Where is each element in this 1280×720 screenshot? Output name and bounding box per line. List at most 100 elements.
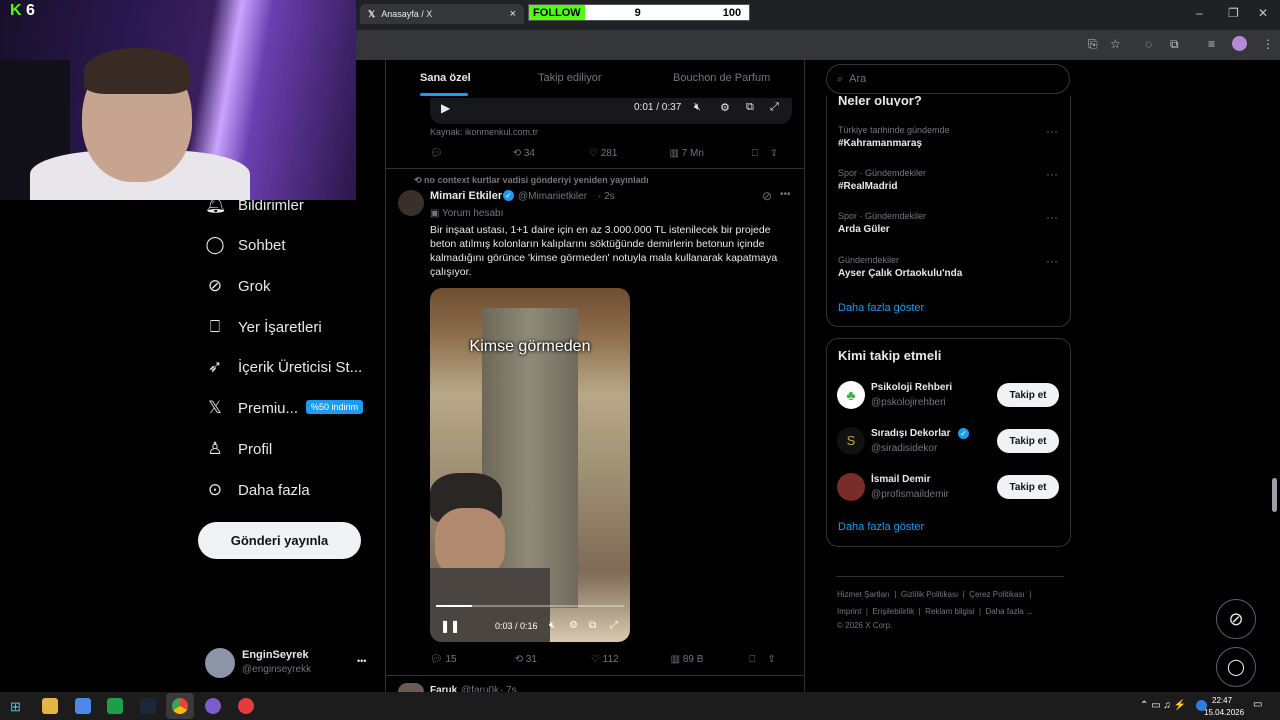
tab-list[interactable]: Bouchon de Parfum — [673, 72, 770, 84]
next-author-handle[interactable]: @faru0k — [461, 685, 499, 692]
sidebar-item-creator-studio[interactable]: ➶ İçerik Üreticisi St... — [205, 357, 362, 377]
taskbar-time[interactable]: 22:47 — [1212, 696, 1232, 705]
trend-more-icon[interactable]: ··· — [1046, 124, 1058, 138]
tab-following[interactable]: Takip ediliyor — [538, 72, 602, 84]
post-time[interactable]: · 2s — [598, 191, 615, 202]
premium-discount-badge[interactable]: %50 indirim — [306, 400, 364, 414]
discord-icon[interactable] — [205, 698, 221, 714]
taskbar-date[interactable]: 15.04.2026 — [1204, 708, 1244, 717]
post-button[interactable]: Gönderi yayınla — [198, 522, 361, 559]
reply-button[interactable]: 💬︎ 15 — [430, 654, 457, 665]
sidebar-item-bookmarks[interactable]: ⎕ Yer İşaretleri — [205, 317, 322, 337]
suggestion-avatar[interactable]: ♣ — [837, 381, 865, 409]
retweet-button[interactable]: ⟲ 31 — [515, 654, 537, 665]
grok-float-icon[interactable]: ⊘ — [1216, 599, 1256, 639]
sidebar-item-chat[interactable]: ◯ Sohbet — [205, 235, 285, 255]
who-show-more-link[interactable]: Daha fazla göster — [838, 521, 924, 533]
play-icon[interactable]: ▶ — [441, 101, 450, 115]
footer-link[interactable]: Erişilebilirlik — [872, 607, 914, 616]
author-name[interactable]: Mimari Etkiler — [430, 190, 502, 202]
sidebar-item-profile[interactable]: ♙ Profil — [205, 439, 272, 459]
sidebar-item-more[interactable]: ⊙ Daha fazla — [205, 480, 310, 500]
next-post-time[interactable]: · 7s — [500, 685, 517, 692]
calculator-icon[interactable] — [75, 698, 91, 714]
trends-show-more-link[interactable]: Daha fazla göster — [838, 302, 924, 314]
tab-close-icon[interactable]: × — [510, 8, 516, 20]
trend-item[interactable]: Spor · Gündemdekiler #RealMadrid — [838, 168, 926, 192]
share-icon[interactable]: ⇪ — [767, 654, 775, 665]
suggestion-avatar[interactable] — [837, 473, 865, 501]
pip-icon[interactable]: ⧉ — [589, 620, 596, 631]
footer-link[interactable]: Çerez Politikası — [969, 590, 1025, 599]
notification-icon[interactable]: ▭ — [1253, 699, 1262, 710]
trend-more-icon[interactable]: ··· — [1046, 254, 1058, 268]
messages-float-icon[interactable]: ◯ — [1216, 647, 1256, 687]
tray-icons[interactable]: ⌃ ▭ ♫ ⚡ — [1140, 700, 1186, 711]
obs-icon[interactable] — [238, 698, 254, 714]
mute-icon[interactable]: 🔇︎ — [549, 620, 555, 631]
trend-item[interactable]: Türkiye tarihinde gündemde #Kahramanmaraş — [838, 125, 950, 149]
next-author-avatar[interactable] — [398, 683, 424, 692]
like-button[interactable]: ♡ 281 — [589, 148, 617, 159]
search-input[interactable]: ⌕ Ara — [826, 64, 1070, 94]
page-scrollbar[interactable] — [1272, 478, 1277, 512]
maximize-icon[interactable]: ❐ — [1228, 6, 1239, 20]
follow-button[interactable]: Takip et — [997, 383, 1059, 407]
follow-button[interactable]: Takip et — [997, 429, 1059, 453]
settings-icon[interactable]: ⚙ — [720, 101, 730, 114]
suggestion-name[interactable]: Psikoloji Rehberi — [871, 382, 952, 393]
star-icon[interactable]: ☆ — [1110, 37, 1121, 51]
fullscreen-icon[interactable]: ⤢ — [610, 620, 618, 631]
footer-link[interactable]: Daha fazla ... — [986, 607, 1033, 616]
menu-icon[interactable]: ⋮ — [1262, 37, 1274, 51]
fullscreen-icon[interactable]: ⤢ — [770, 101, 779, 114]
browser-tab[interactable]: 𝕏 Anasayfa / X × — [360, 4, 524, 24]
account-avatar[interactable] — [205, 648, 235, 678]
like-button[interactable]: ♡ 112 — [591, 654, 619, 665]
install-app-icon[interactable]: ⎘ — [1088, 37, 1098, 52]
footer-link[interactable]: Reklam bilgisi — [925, 607, 974, 616]
views-count[interactable]: ▥ 7 Mn — [669, 148, 703, 159]
footer-link[interactable]: Gizlilik Politikası — [901, 590, 958, 599]
reply-icon[interactable]: 💬︎ — [430, 148, 443, 159]
chrome-icon[interactable] — [172, 698, 188, 714]
sidebar-item-premium[interactable]: 𝕏 Premiu... — [205, 398, 298, 418]
retweet-button[interactable]: ⟲ 34 — [513, 148, 535, 159]
account-more-icon[interactable]: ••• — [357, 656, 366, 666]
settings-icon[interactable]: ⚙ — [569, 620, 578, 631]
next-author-name[interactable]: Faruk — [430, 685, 457, 692]
trend-more-icon[interactable]: ··· — [1046, 167, 1058, 181]
video-progress-track[interactable] — [436, 605, 624, 607]
views-count[interactable]: ▥ 89 B — [671, 654, 704, 665]
steam-icon[interactable] — [140, 698, 156, 714]
tab-for-you[interactable]: Sana özel — [420, 72, 471, 84]
trend-item[interactable]: Spor · Gündemdekiler Arda Güler — [838, 211, 926, 235]
follow-button[interactable]: Takip et — [997, 475, 1059, 499]
windows-start-icon[interactable]: ⊞ — [10, 699, 21, 715]
sidebar-item-grok[interactable]: ⊘ Grok — [205, 276, 271, 296]
media-icon[interactable]: ≡ — [1208, 37, 1215, 51]
trend-more-icon[interactable]: ··· — [1046, 210, 1058, 224]
footer-link[interactable]: Imprint — [837, 607, 861, 616]
author-avatar[interactable] — [398, 190, 424, 216]
address-bar[interactable] — [356, 30, 1280, 60]
suggestion-name[interactable]: Sıradışı Dekorlar — [871, 428, 950, 439]
author-handle[interactable]: @Mimariietkiler — [518, 191, 587, 202]
suggestion-avatar[interactable]: S — [837, 427, 865, 455]
pause-icon[interactable]: ❚❚ — [440, 619, 460, 633]
share-icon[interactable]: ⇪ — [770, 148, 778, 159]
grok-icon[interactable]: ⊘ — [762, 189, 772, 203]
pip-icon[interactable]: ⧉ — [746, 101, 754, 114]
trend-item[interactable]: Gündemdekiler Ayser Çalık Ortaokulu'nda — [838, 255, 962, 279]
excel-icon[interactable] — [107, 698, 123, 714]
mute-icon[interactable]: 🔇︎ — [694, 101, 701, 114]
bookmark-icon[interactable]: ⎕ — [752, 148, 758, 159]
close-window-icon[interactable]: ✕ — [1258, 6, 1268, 20]
file-explorer-icon[interactable] — [42, 698, 58, 714]
footer-link[interactable]: Hizmet Şartları — [837, 590, 890, 599]
suggestion-name[interactable]: İsmail Demir — [871, 474, 930, 485]
bookmark-icon[interactable]: ⎕ — [749, 654, 755, 665]
extensions-icon[interactable]: ⧉ — [1170, 37, 1179, 52]
extension-circle-icon[interactable]: ◌ — [1145, 37, 1152, 51]
profile-avatar-icon[interactable] — [1232, 36, 1247, 51]
